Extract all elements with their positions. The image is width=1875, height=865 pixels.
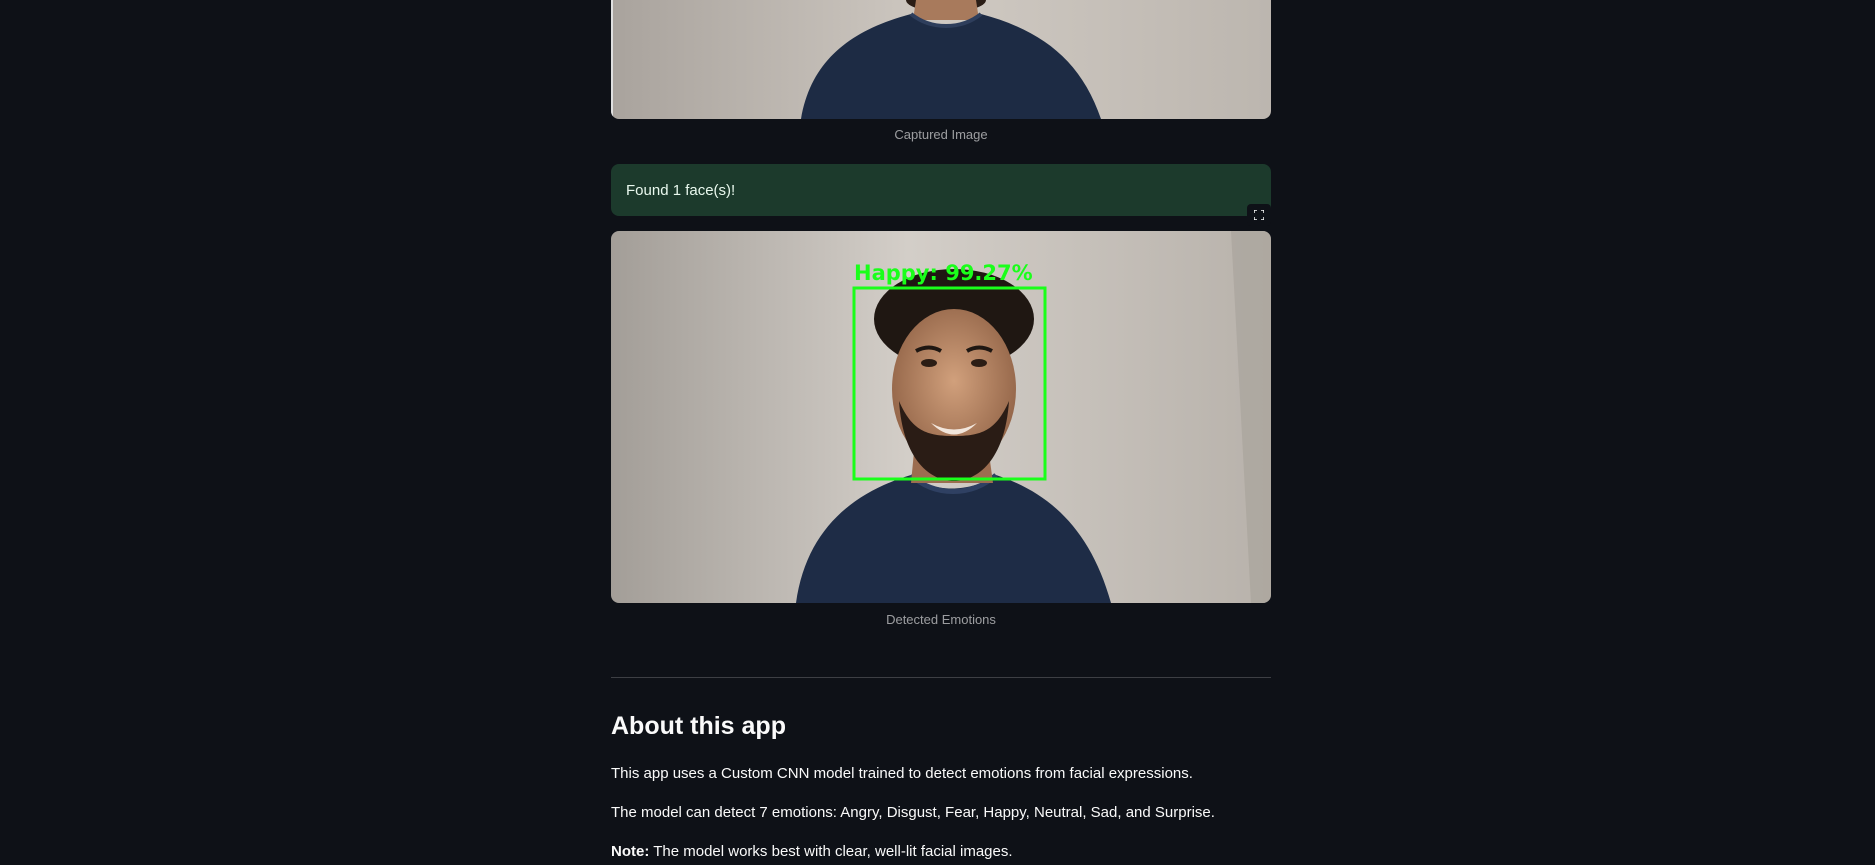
about-heading: About this app: [611, 712, 786, 740]
about-paragraph-1: This app uses a Custom CNN model trained…: [611, 765, 1193, 782]
captured-photo: [611, 0, 1271, 119]
note-label: Note:: [611, 843, 650, 860]
captured-image-caption: Captured Image: [894, 127, 988, 142]
alert-message: Found 1 face(s)!: [626, 181, 736, 199]
about-note: Note: The model works best with clear, w…: [611, 843, 1013, 860]
detected-emotions-caption: Detected Emotions: [886, 612, 996, 627]
emotion-label: Happy: 99.27%: [854, 261, 1033, 285]
note-text: The model works best with clear, well-li…: [649, 843, 1013, 860]
success-alert: Found 1 face(s)!: [611, 164, 1271, 216]
captured-image: [611, 0, 1271, 119]
about-paragraph-2: The model can detect 7 emotions: Angry, …: [611, 804, 1215, 821]
detected-emotions-image: Happy: 99.27%: [611, 231, 1271, 603]
fullscreen-icon: [1254, 210, 1264, 220]
fullscreen-button[interactable]: [1247, 204, 1271, 226]
divider: [611, 677, 1271, 678]
detected-photo: Happy: 99.27%: [611, 231, 1271, 603]
